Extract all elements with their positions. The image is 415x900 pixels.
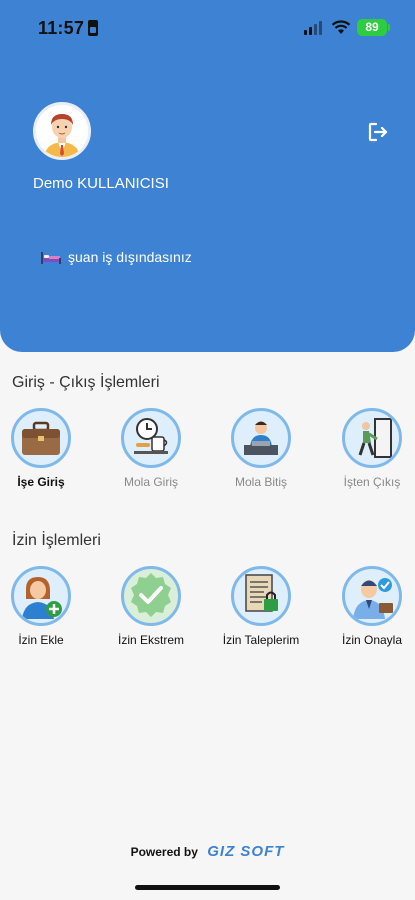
document-lock-icon <box>245 574 278 612</box>
action-izin-onayla[interactable]: İzin Onayla <box>322 566 415 647</box>
approve-person-icon <box>353 578 393 619</box>
action-ise-giris[interactable]: İşe Giriş <box>0 408 91 489</box>
status-time: 11:57 <box>38 18 85 38</box>
logout-icon[interactable] <box>366 120 390 144</box>
briefcase-icon <box>22 421 60 455</box>
entry-exit-actions: İşe Giriş Mola Giriş Mola Bitiş İşten Çı… <box>0 408 415 498</box>
leave-section-title: İzin İşlemleri <box>12 532 101 549</box>
add-person-icon <box>22 577 62 619</box>
action-mola-bitis[interactable]: Mola Bitiş <box>211 408 311 489</box>
battery-indicator: 89 <box>357 19 390 36</box>
action-izin-ekle[interactable]: İzin Ekle <box>0 566 91 647</box>
action-mola-giris[interactable]: Mola Giriş <box>101 408 201 489</box>
action-label: İzin Onayla <box>341 633 403 647</box>
clock-coffee-icon <box>134 418 168 454</box>
action-isten-cikis[interactable]: İşten Çıkış <box>322 408 415 489</box>
entry-exit-section-title: Giriş - Çıkış İşlemleri <box>12 374 160 391</box>
brand-logo: GIZ SOFT <box>207 843 285 860</box>
powered-by-text: Powered by <box>130 845 198 859</box>
header-panel: 11:57 89 Demo KULLANICISI şuan iş dışınd… <box>0 0 415 352</box>
leave-actions: İzin Ekle İzin Ekstrem İzin Taleplerim İ… <box>0 566 415 656</box>
action-label: İzin Ekle <box>18 633 64 647</box>
action-label: İzin Ekstrem <box>117 633 184 647</box>
avatar[interactable] <box>33 102 91 160</box>
action-izin-taleplerim[interactable]: İzin Taleplerim <box>211 566 311 647</box>
home-indicator[interactable] <box>135 885 280 890</box>
worker-desk-icon <box>244 421 278 455</box>
user-avatar-icon <box>36 105 88 157</box>
exit-door-icon <box>358 418 392 458</box>
work-status: şuan iş dışındasınız <box>40 248 192 266</box>
action-label: Mola Giriş <box>123 475 178 489</box>
check-badge-icon <box>131 573 171 617</box>
signal-icon <box>304 21 324 35</box>
action-label: Mola Bitiş <box>234 475 287 489</box>
action-izin-ekstrem[interactable]: İzin Ekstrem <box>101 566 201 647</box>
wifi-icon <box>331 20 351 34</box>
sim-icon <box>88 20 98 36</box>
action-label: İşten Çıkış <box>343 475 401 489</box>
footer: Powered by GIZ SOFT <box>0 843 415 860</box>
battery-level: 89 <box>365 20 379 34</box>
user-name: Demo KULLANICISI <box>33 175 169 192</box>
action-label: İşe Giriş <box>17 475 65 489</box>
status-bar: 11:57 89 <box>0 0 415 56</box>
work-status-text: şuan iş dışındasınız <box>68 249 192 265</box>
bed-icon <box>41 252 61 264</box>
action-label: İzin Taleplerim <box>222 633 300 647</box>
